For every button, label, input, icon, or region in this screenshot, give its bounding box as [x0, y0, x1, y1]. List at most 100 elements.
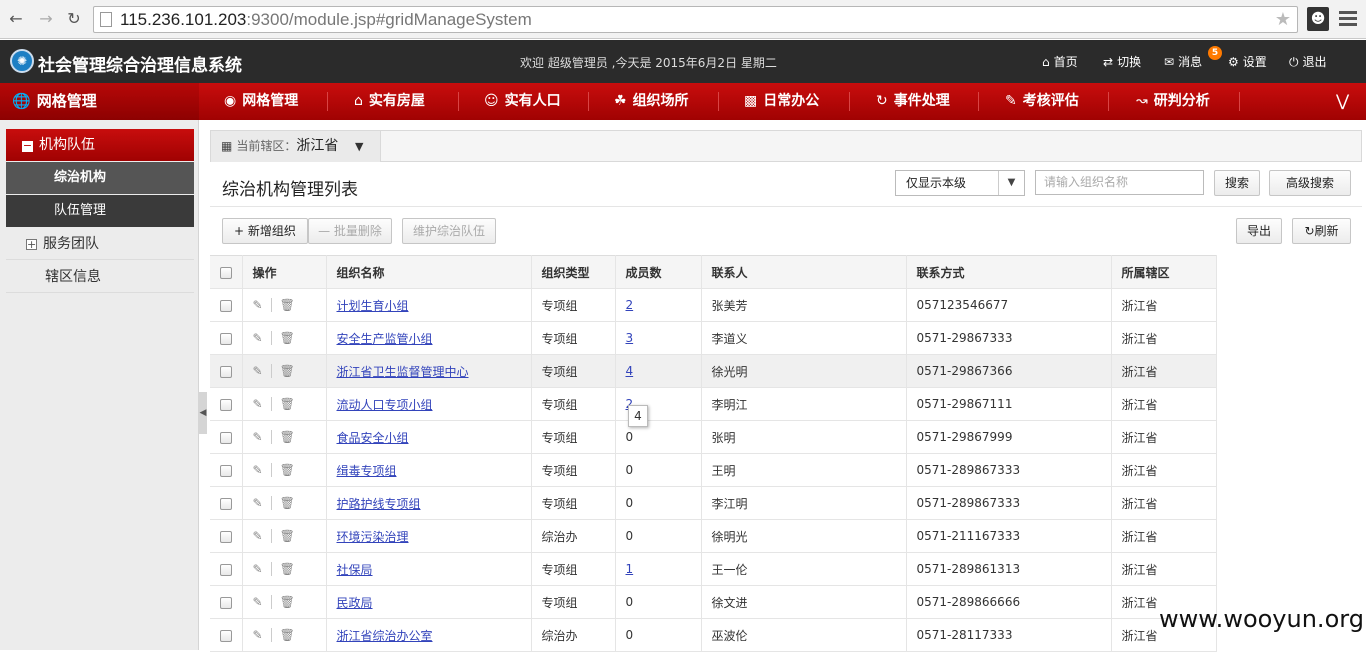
org-name-link[interactable]: 社保局	[337, 563, 373, 577]
edit-pencil-icon[interactable]: ✎	[253, 562, 263, 576]
nav-grid[interactable]: ◉ 网格管理	[224, 83, 298, 120]
table-row[interactable]: ✎ 🗑 计划生育小组 专项组 2 张美芳 057123546677 浙江省	[210, 288, 1217, 322]
row-checkbox[interactable]	[219, 497, 232, 510]
nav-events[interactable]: ↻ 事件处理	[876, 83, 950, 120]
home-link[interactable]: ⌂ 首页	[1042, 53, 1078, 70]
row-checkbox-cell[interactable]	[210, 288, 243, 322]
add-org-button[interactable]: + 新增组织	[222, 218, 308, 244]
delete-trash-icon[interactable]: 🗑	[280, 298, 295, 312]
edit-pencil-icon[interactable]: ✎	[253, 331, 263, 345]
advanced-search-button[interactable]: 高级搜索	[1269, 170, 1351, 196]
row-checkbox[interactable]	[219, 332, 232, 345]
edit-pencil-icon[interactable]: ✎	[253, 628, 263, 642]
search-input[interactable]: 请输入组织名称	[1035, 170, 1204, 195]
settings-link[interactable]: ⚙ 设置	[1228, 53, 1267, 70]
row-checkbox[interactable]	[219, 464, 232, 477]
row-checkbox[interactable]	[219, 530, 232, 543]
col-phone[interactable]: 联系方式	[906, 255, 1112, 289]
edit-pencil-icon[interactable]: ✎	[253, 463, 263, 477]
row-checkbox[interactable]	[219, 365, 232, 378]
batch-delete-button[interactable]: — 批量删除	[308, 218, 392, 244]
edit-pencil-icon[interactable]: ✎	[253, 496, 263, 510]
switch-link[interactable]: ⇄ 切换	[1103, 53, 1141, 70]
delete-trash-icon[interactable]: 🗑	[280, 628, 295, 642]
sidebar-group-org-team[interactable]: − 机构队伍	[6, 129, 194, 161]
sidebar-item-area-info[interactable]: 辖区信息	[6, 261, 194, 293]
table-row[interactable]: ✎ 🗑 环境污染治理 综治办 0 徐明光 0571-211167333 浙江省	[210, 519, 1217, 553]
table-row[interactable]: ✎ 🗑 社保局 专项组 1 王一伦 0571-289861313 浙江省	[210, 552, 1217, 586]
org-name-link[interactable]: 流动人口专项小组	[337, 398, 433, 412]
row-checkbox-cell[interactable]	[210, 618, 243, 652]
row-checkbox-cell[interactable]	[210, 387, 243, 421]
row-checkbox[interactable]	[219, 563, 232, 576]
delete-trash-icon[interactable]: 🗑	[280, 430, 295, 444]
table-row[interactable]: ✎ 🗑 安全生产监管小组 专项组 3 李道义 0571-29867333 浙江省	[210, 321, 1217, 355]
row-checkbox-cell[interactable]	[210, 585, 243, 619]
delete-trash-icon[interactable]: 🗑	[280, 364, 295, 378]
edit-pencil-icon[interactable]: ✎	[253, 298, 263, 312]
row-checkbox[interactable]	[219, 398, 232, 411]
edit-pencil-icon[interactable]: ✎	[253, 364, 263, 378]
org-name-link[interactable]: 缉毒专项组	[337, 464, 397, 478]
row-checkbox[interactable]	[219, 431, 232, 444]
level-filter-select[interactable]: 仅显示本级 ▼	[895, 170, 1025, 196]
org-name-link[interactable]: 浙江省卫生监督管理中心	[337, 365, 469, 379]
org-name-link[interactable]: 浙江省综治办公室	[337, 629, 433, 643]
checkbox[interactable]	[219, 266, 232, 279]
reload-icon[interactable]: ↻	[64, 9, 84, 29]
edit-pencil-icon[interactable]: ✎	[253, 529, 263, 543]
row-checkbox-cell[interactable]	[210, 519, 243, 553]
row-checkbox[interactable]	[219, 629, 232, 642]
org-name-link[interactable]: 食品安全小组	[337, 431, 409, 445]
row-checkbox[interactable]	[219, 596, 232, 609]
sidebar-item-service-team[interactable]: + 服务团队	[6, 228, 194, 260]
members-link[interactable]: 2	[626, 298, 634, 312]
edit-pencil-icon[interactable]: ✎	[253, 430, 263, 444]
table-row[interactable]: ✎ 🗑 食品安全小组 专项组 0 张明 0571-29867999 浙江省	[210, 420, 1217, 454]
bookmark-star-icon[interactable]: ★	[1275, 9, 1291, 30]
row-checkbox-cell[interactable]	[210, 321, 243, 355]
members-link[interactable]: 4	[626, 364, 634, 378]
org-name-link[interactable]: 计划生育小组	[337, 299, 409, 313]
members-link[interactable]: 3	[626, 331, 634, 345]
table-row[interactable]: ✎ 🗑 浙江省综治办公室 综治办 0 巫波伦 0571-28117333 浙江省	[210, 618, 1217, 652]
table-row[interactable]: ✎ 🗑 缉毒专项组 专项组 0 王明 0571-289867333 浙江省	[210, 453, 1217, 487]
col-contact[interactable]: 联系人	[701, 255, 907, 289]
delete-trash-icon[interactable]: 🗑	[280, 463, 295, 477]
delete-trash-icon[interactable]: 🗑	[280, 496, 295, 510]
expand-chevron-icon[interactable]: ⋁	[1336, 91, 1349, 110]
col-org-name[interactable]: 组织名称	[326, 255, 532, 289]
logout-link[interactable]: ⏻ 退出	[1289, 53, 1327, 70]
table-row[interactable]: ✎ 🗑 流动人口专项小组 专项组 2 李明江 0571-29867111 浙江省	[210, 387, 1217, 421]
table-row[interactable]: ✎ 🗑 护路护线专项组 专项组 0 李江明 0571-289867333 浙江省	[210, 486, 1217, 520]
delete-trash-icon[interactable]: 🗑	[280, 562, 295, 576]
table-row[interactable]: ✎ 🗑 浙江省卫生监督管理中心 专项组 4 徐光明 0571-29867366 浙江省	[210, 354, 1217, 388]
delete-trash-icon[interactable]: 🗑	[280, 595, 295, 609]
nav-analysis[interactable]: ↝ 研判分析	[1136, 83, 1210, 120]
row-checkbox-cell[interactable]	[210, 453, 243, 487]
sidebar-item-team-management[interactable]: 队伍管理	[6, 195, 194, 227]
address-bar[interactable]: 115.236.101.203:9300/module.jsp#gridMana…	[93, 6, 1298, 33]
delete-trash-icon[interactable]: 🗑	[280, 331, 295, 345]
row-checkbox[interactable]	[219, 299, 232, 312]
forward-icon[interactable]: →	[36, 9, 56, 29]
row-checkbox-cell[interactable]	[210, 354, 243, 388]
org-name-link[interactable]: 护路护线专项组	[337, 497, 421, 511]
back-icon[interactable]: ←	[6, 9, 26, 29]
select-all-checkbox[interactable]	[210, 255, 243, 289]
export-button[interactable]: 导出	[1236, 218, 1282, 244]
nav-assessment[interactable]: ✎ 考核评估	[1005, 83, 1079, 120]
row-checkbox-cell[interactable]	[210, 552, 243, 586]
refresh-button[interactable]: ↻刷新	[1292, 218, 1351, 244]
org-name-link[interactable]: 民政局	[337, 596, 373, 610]
table-row[interactable]: ✎ 🗑 民政局 专项组 0 徐文进 0571-289866666 浙江省	[210, 585, 1217, 619]
org-name-link[interactable]: 安全生产监管小组	[337, 332, 433, 346]
browser-menu-icon[interactable]	[1339, 11, 1357, 27]
row-checkbox-cell[interactable]	[210, 420, 243, 454]
messages-link[interactable]: ✉ 消息	[1164, 53, 1202, 70]
delete-trash-icon[interactable]: 🗑	[280, 529, 295, 543]
org-name-link[interactable]: 环境污染治理	[337, 530, 409, 544]
delete-trash-icon[interactable]: 🗑	[280, 397, 295, 411]
nav-organizations[interactable]: ☘ 组织场所	[614, 83, 689, 120]
sidebar-item-governance-org[interactable]: 综治机构	[6, 162, 194, 194]
